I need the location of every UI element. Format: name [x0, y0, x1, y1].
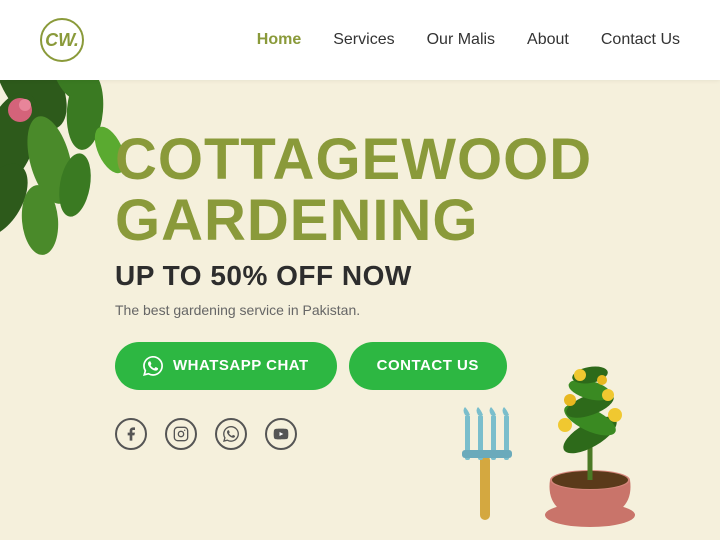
nav-item-contact[interactable]: Contact Us: [601, 31, 680, 49]
nav-link-home[interactable]: Home: [257, 31, 301, 48]
logo-mark: CW.: [40, 18, 84, 62]
cta-buttons: WHATSAPP CHAT CONTACT US: [115, 342, 720, 390]
whatsapp-social-icon[interactable]: [215, 418, 247, 450]
whatsapp-icon: [143, 356, 163, 376]
navbar: CW. Home Services Our Malis About Contac…: [0, 0, 720, 80]
nav-link-our-malis[interactable]: Our Malis: [427, 31, 495, 48]
nav-links: Home Services Our Malis About Contact Us: [257, 31, 680, 49]
contact-us-button[interactable]: CONTACT US: [349, 342, 507, 390]
nav-link-services[interactable]: Services: [333, 31, 394, 48]
facebook-icon[interactable]: [115, 418, 147, 450]
hero-description: The best gardening service in Pakistan.: [115, 302, 720, 318]
nav-item-about[interactable]: About: [527, 31, 569, 49]
social-icons: [115, 418, 720, 450]
hero-title: COTTAGEWOOD GARDENING: [115, 130, 720, 252]
nav-item-services[interactable]: Services: [333, 31, 394, 49]
nav-link-contact[interactable]: Contact Us: [601, 31, 680, 48]
hero-subtitle: UP TO 50% OFF NOW: [115, 260, 720, 292]
logo[interactable]: CW.: [40, 18, 84, 62]
youtube-icon[interactable]: [265, 418, 297, 450]
hero-section: COTTAGEWOOD GARDENING UP TO 50% OFF NOW …: [0, 80, 720, 450]
instagram-icon[interactable]: [165, 418, 197, 450]
whatsapp-chat-button[interactable]: WHATSAPP CHAT: [115, 342, 337, 390]
nav-item-home[interactable]: Home: [257, 31, 301, 49]
nav-item-our-malis[interactable]: Our Malis: [427, 31, 495, 49]
nav-link-about[interactable]: About: [527, 31, 569, 48]
